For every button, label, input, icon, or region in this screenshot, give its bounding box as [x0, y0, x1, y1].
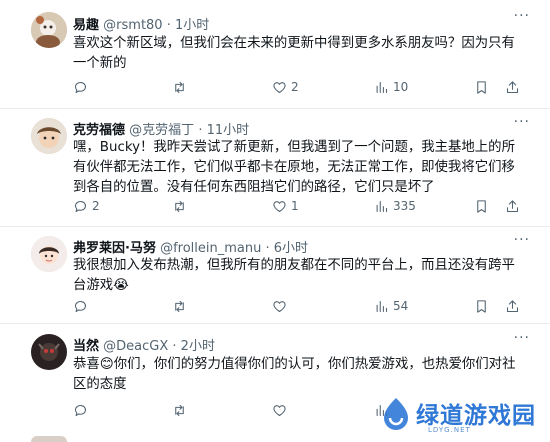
author-handle[interactable]: @frollein_manu	[160, 241, 261, 256]
more-options-icon[interactable]: ···	[514, 114, 530, 130]
site-watermark: 绿道游戏园 LDYG.NET	[376, 394, 546, 438]
next-tweet-avatar-partial	[31, 436, 67, 442]
views-chart-icon	[376, 200, 388, 212]
reply-count: 2	[92, 199, 100, 213]
retweet-button[interactable]	[172, 401, 191, 419]
tweet-actions: 2 1 335	[73, 197, 533, 215]
reply-button[interactable]	[73, 401, 92, 419]
views-count: 335	[393, 199, 416, 213]
views-count: 10	[393, 80, 409, 94]
heart-icon	[273, 404, 286, 416]
share-icon	[506, 80, 519, 93]
watermark-logo-icon	[384, 398, 408, 430]
tweet-actions: 54	[73, 297, 533, 315]
author-handle[interactable]: @DeacGX	[103, 339, 168, 354]
more-options-icon[interactable]: ···	[514, 330, 530, 346]
comment-icon	[74, 300, 86, 312]
reply-button[interactable]	[73, 297, 92, 315]
bookmark-icon	[477, 199, 486, 213]
tweet-actions: 2 10	[73, 78, 533, 96]
tweet-text: 我很想加入发布热潮，但我所有的朋友都在不同的平台上，而且还没有跨平台游戏😭	[73, 258, 515, 293]
tweet-text: 恭喜😊你们，你们的努力值得你们的认可，你们热爱游戏，也热爱你们对社区的态度	[73, 357, 516, 392]
like-button[interactable]	[272, 401, 291, 419]
avatar[interactable]	[31, 118, 67, 154]
retweet-icon	[175, 404, 184, 416]
retweet-button[interactable]	[172, 197, 191, 215]
author-name[interactable]: 弗罗莱因·马努	[73, 241, 156, 256]
retweet-button[interactable]	[172, 78, 191, 96]
views-button[interactable]: 54	[374, 297, 408, 315]
tweet[interactable]: 克劳福德 @克劳福丁 · 11小时 ··· 嘿，Bucky！我昨天尝试了新更新，…	[0, 109, 550, 227]
author-name[interactable]: 克劳福德	[73, 123, 125, 138]
avatar[interactable]	[31, 12, 67, 48]
like-count: 2	[291, 80, 299, 94]
tweet-time[interactable]: · 1小时	[167, 18, 210, 33]
tweet-time[interactable]: · 11小时	[198, 123, 249, 138]
tweet-text: 喜欢这个新区域，但我们会在未来的更新中得到更多水系朋友吗？因为只有一个新的	[73, 36, 515, 71]
tweet[interactable]: 弗罗莱因·马努 @frollein_manu · 6小时 ··· 我很想加入发布…	[0, 227, 550, 324]
reply-button[interactable]: 2	[73, 197, 100, 215]
avatar[interactable]	[31, 236, 67, 272]
heart-icon	[273, 200, 286, 212]
comment-icon	[74, 200, 86, 212]
bookmark-button[interactable]	[474, 197, 489, 215]
more-options-icon[interactable]: ···	[514, 8, 530, 24]
tweet[interactable]: 易趣 @rsmt80 · 1小时 ··· 喜欢这个新区域，但我们会在未来的更新中…	[0, 0, 550, 109]
views-chart-icon	[376, 300, 388, 312]
watermark-subtitle: LDYG.NET	[428, 426, 471, 434]
comment-icon	[74, 81, 86, 93]
tweet-time[interactable]: · 2小时	[172, 339, 215, 354]
bookmark-button[interactable]	[474, 78, 489, 96]
views-chart-icon	[376, 81, 388, 93]
views-button[interactable]: 10	[374, 78, 408, 96]
tweet-time[interactable]: · 6小时	[266, 241, 309, 256]
tweet-text: 嘿，Bucky！我昨天尝试了新更新，但我遇到了一个问题，我主基地上的所有伙伴都无…	[73, 140, 515, 195]
like-button[interactable]: 1	[272, 197, 299, 215]
author-name[interactable]: 易趣	[73, 18, 99, 33]
comment-icon	[74, 404, 86, 416]
share-button[interactable]	[505, 78, 520, 96]
like-count: 1	[291, 199, 299, 213]
retweet-icon	[175, 81, 184, 93]
retweet-icon	[175, 200, 184, 212]
watermark-title: 绿道游戏园	[416, 403, 536, 429]
share-button[interactable]	[505, 197, 520, 215]
author-name[interactable]: 当然	[73, 339, 99, 354]
heart-icon	[273, 81, 286, 93]
like-button[interactable]: 2	[272, 78, 299, 96]
bookmark-icon	[477, 299, 486, 313]
views-count: 54	[393, 299, 409, 313]
heart-icon	[273, 300, 286, 312]
share-icon	[506, 299, 519, 312]
avatar[interactable]	[31, 334, 67, 370]
more-options-icon[interactable]: ···	[514, 232, 530, 248]
views-button[interactable]: 335	[374, 197, 416, 215]
reply-button[interactable]	[73, 78, 92, 96]
share-button[interactable]	[505, 297, 520, 315]
bookmark-button[interactable]	[474, 297, 489, 315]
author-handle[interactable]: @克劳福丁	[129, 123, 194, 138]
bookmark-icon	[477, 80, 486, 94]
author-handle[interactable]: @rsmt80	[103, 18, 162, 33]
retweet-button[interactable]	[172, 297, 191, 315]
like-button[interactable]	[272, 297, 291, 315]
share-icon	[506, 199, 519, 212]
retweet-icon	[175, 300, 184, 312]
